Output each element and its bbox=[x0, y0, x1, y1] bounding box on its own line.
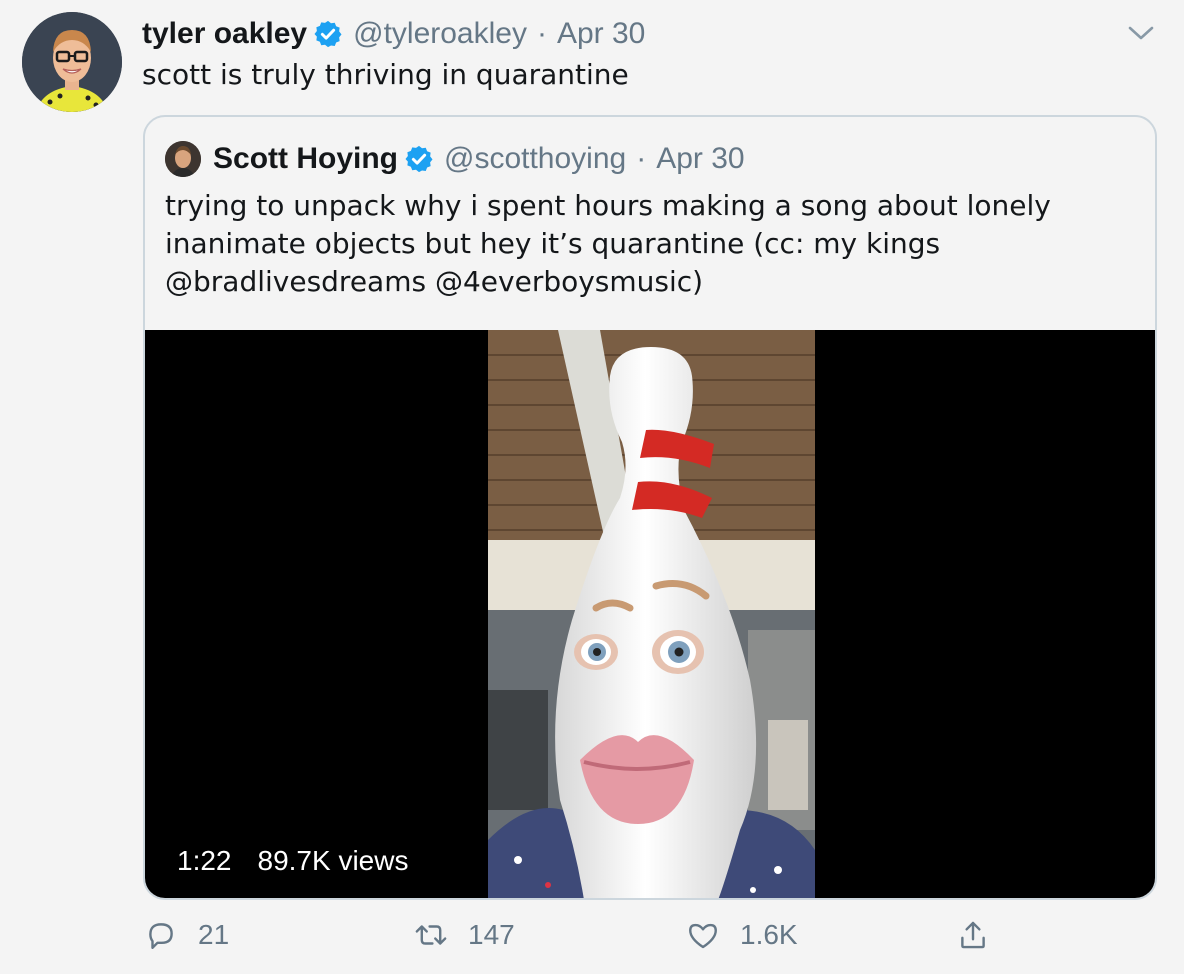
tweet-text: scott is truly thriving in quarantine bbox=[142, 58, 629, 91]
video-player[interactable]: 1:22 89.7K views bbox=[145, 330, 1155, 898]
retweet-count: 147 bbox=[468, 919, 515, 950]
tweet-date[interactable]: Apr 30 bbox=[557, 17, 645, 51]
like-count: 1.6K bbox=[740, 919, 798, 950]
separator-dot: · bbox=[536, 17, 547, 50]
quoted-text-line: @bradlivesdreams @4everboysmusic) bbox=[165, 265, 704, 298]
quoted-tweet-text: trying to unpack why i spent hours makin… bbox=[165, 187, 1125, 301]
quoted-tweet-date[interactable]: Apr 30 bbox=[656, 142, 744, 176]
video-frame bbox=[488, 330, 815, 898]
retweet-button[interactable]: 147 bbox=[414, 918, 515, 952]
chevron-down-icon[interactable] bbox=[1126, 22, 1156, 44]
quoted-text-line: trying to unpack why i spent hours makin… bbox=[165, 189, 1051, 222]
author-name[interactable]: tyler oakley bbox=[142, 17, 307, 51]
like-icon bbox=[689, 923, 717, 949]
video-duration: 1:22 bbox=[177, 845, 232, 876]
tweet-header: tyler oakley @tyleroakley · Apr 30 bbox=[142, 12, 645, 56]
author-handle[interactable]: @tyleroakley bbox=[353, 17, 527, 51]
separator-dot: · bbox=[636, 142, 647, 175]
like-button[interactable]: 1.6K bbox=[686, 918, 798, 952]
verified-icon bbox=[314, 20, 342, 48]
quoted-text-line: inanimate objects but hey it’s quarantin… bbox=[165, 227, 941, 260]
quoted-tweet-header: Scott Hoying @scotthoying · Apr 30 bbox=[165, 139, 745, 179]
share-icon bbox=[961, 921, 985, 949]
share-button[interactable] bbox=[956, 918, 990, 952]
reply-count: 21 bbox=[198, 919, 230, 950]
tweet-actions: 21 147 1.6K bbox=[0, 918, 1184, 968]
verified-icon bbox=[405, 145, 433, 173]
quoted-author-avatar[interactable] bbox=[165, 141, 201, 177]
retweet-icon bbox=[415, 925, 447, 945]
quoted-author-handle[interactable]: @scotthoying bbox=[444, 142, 626, 176]
quoted-tweet[interactable]: Scott Hoying @scotthoying · Apr 30 tryin… bbox=[143, 115, 1157, 900]
video-meta: 1:22 89.7K views bbox=[177, 845, 408, 877]
reply-icon bbox=[149, 923, 173, 949]
author-avatar[interactable] bbox=[22, 12, 122, 112]
video-views: 89.7K views bbox=[257, 845, 409, 876]
quoted-author-name[interactable]: Scott Hoying bbox=[213, 142, 398, 176]
reply-button[interactable]: 21 bbox=[144, 918, 229, 952]
